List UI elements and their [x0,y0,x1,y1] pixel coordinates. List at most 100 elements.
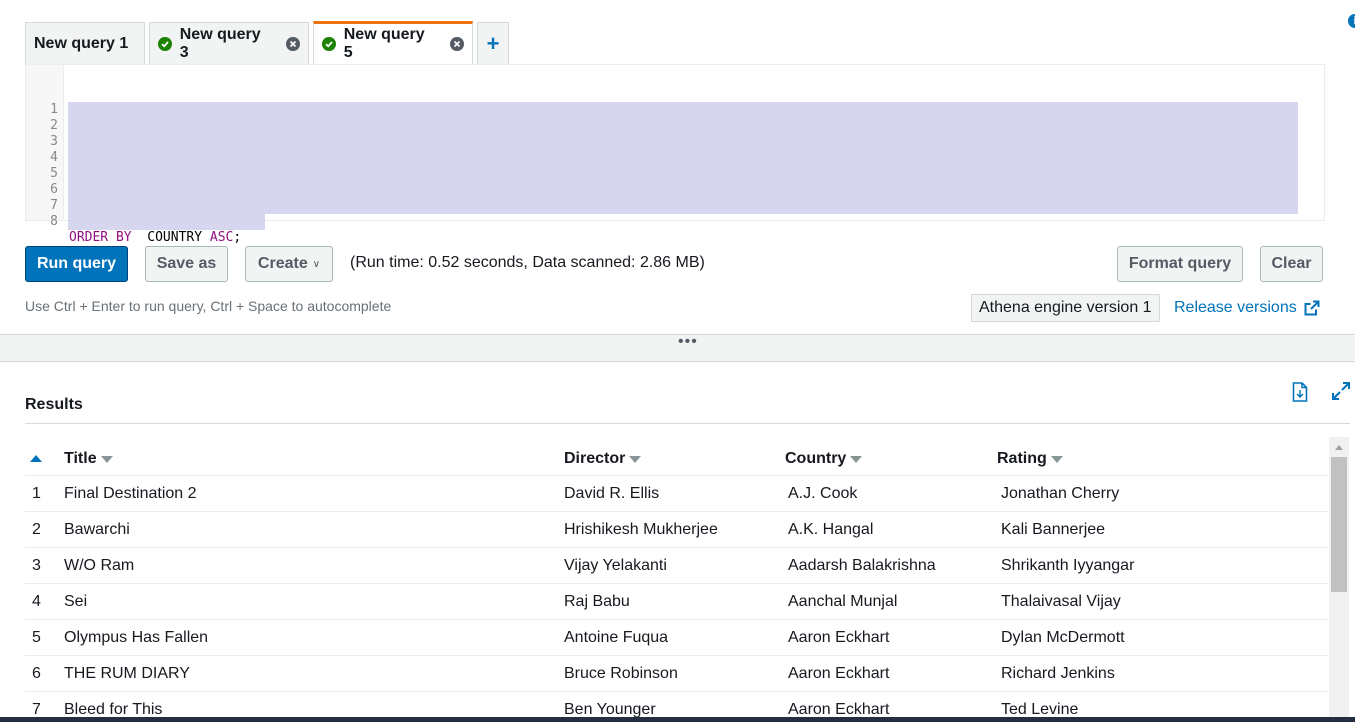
run-info: (Run time: 0.52 seconds, Data scanned: 2… [350,254,705,271]
sort-asc-icon[interactable] [30,455,42,462]
column-header-rating[interactable]: Rating [997,450,1063,468]
row-number: 6 [32,665,41,682]
plus-icon: + [486,30,500,56]
code-lines: 1 SELECT Title, 2 Director, 3 Country, 4… [26,70,1298,245]
save-as-label: Save as [156,255,217,272]
create-label: Create [257,255,308,272]
row-number: 4 [32,593,41,610]
sql-editor[interactable]: 1 SELECT Title, 2 Director, 3 Country, 4… [25,64,1325,245]
column-header-title[interactable]: Title [64,450,113,468]
engine-version-badge: Athena engine version 1 [971,294,1160,322]
code-line: 6 WHERE Type = 'Movie' [26,150,1298,213]
line-number: 8 [50,214,58,229]
tab-label: New query 3 [179,25,261,61]
cell-rating: Richard Jenkins [1001,665,1115,682]
table-row[interactable]: 2 Bawarchi Hrishikesh Mukherjee A.K. Han… [25,512,1328,548]
engine-label: Athena engine version 1 [979,299,1152,316]
cell-rating: Dylan McDermott [1001,629,1125,646]
cell-country: Aadarsh Balakrishna [788,557,936,574]
chevron-down-icon: ∨ [312,258,321,270]
row-number: 5 [32,629,41,646]
code-line: 7 AND COUNTRY != '' [26,166,1298,229]
release-label: Release versions [1174,299,1297,316]
scrollbar-thumb[interactable] [1331,457,1347,592]
table-row[interactable]: 4 Sei Raj Babu Aanchal Munjal Thalaivasa… [25,584,1328,620]
close-circle-icon[interactable] [286,36,300,51]
tab-label: New query 5 [343,26,425,61]
code-line: 2 Director, [26,86,1298,149]
keyboard-hint: Use Ctrl + Enter to run query, Ctrl + Sp… [25,298,392,314]
cell-rating: Thalaivasal Vijay [1001,593,1121,610]
sort-caret-icon [629,455,642,463]
close-circle-icon[interactable] [450,37,464,51]
results-divider [25,423,1350,424]
code-line: 8 ORDER BY COUNTRY ASC; [26,182,265,245]
code-line: 1 SELECT Title, [26,70,1298,133]
table-row[interactable]: 5 Olympus Has Fallen Antoine Fuqua Aaron… [25,620,1328,656]
column-header-country[interactable]: Country [785,450,863,468]
tab-new-query-5[interactable]: New query 5 [313,21,473,64]
run-query-label: Run query [36,255,117,272]
code-line: 4 Rating [26,118,1298,181]
tab-label: New query 1 [34,34,129,52]
cell-title: Sei [64,593,88,610]
drag-handle-icon: ••• [678,333,698,350]
table-row[interactable]: 1 Final Destination 2 David R. Ellis A.J… [25,476,1328,512]
cell-country: Aanchal Munjal [788,593,898,610]
tab-new-query-1[interactable]: New query 1 [25,22,145,64]
cell-title: Bawarchi [64,521,130,538]
cell-country: Aaron Eckhart [788,629,890,646]
results-scrollbar[interactable] [1329,437,1349,722]
results-heading: Results [25,396,83,413]
pane-resize-handle[interactable]: ••• [0,334,1355,362]
check-circle-icon [158,36,172,51]
format-query-button[interactable]: Format query [1117,246,1243,282]
code-line: 5 FROM "athenatest"."netflix_info" [26,134,1298,197]
table-row[interactable]: 3 W/O Ram Vijay Yelakanti Aadarsh Balakr… [25,548,1328,584]
cell-title: Olympus Has Fallen [64,629,209,646]
clear-label: Clear [1271,255,1312,272]
code-line: 3 Country, [26,102,1298,165]
cell-title: W/O Ram [64,557,135,574]
check-circle-icon [322,37,336,51]
sort-caret-icon [850,455,863,463]
cell-director: Antoine Fuqua [564,629,669,646]
create-dropdown-button[interactable]: Create ∨ [245,246,333,282]
column-header-director[interactable]: Director [564,450,642,468]
format-query-label: Format query [1128,255,1232,272]
cell-director: David R. Ellis [564,485,660,502]
row-number: 2 [32,521,41,538]
clear-button[interactable]: Clear [1260,246,1323,282]
cell-title: Final Destination 2 [64,485,197,502]
cell-rating: Jonathan Cherry [1001,485,1120,502]
scroll-up-icon[interactable] [1335,445,1343,450]
results-table: Title Director Country Rating 1 Final De… [25,440,1328,722]
code-text: ORDER BY COUNTRY ASC; [69,230,242,245]
save-as-button[interactable]: Save as [145,246,228,282]
cell-director: Vijay Yelakanti [564,557,667,574]
tab-new-query-3[interactable]: New query 3 [149,22,309,64]
info-icon[interactable]: i [1348,14,1355,28]
download-doc-icon[interactable] [1292,382,1308,402]
footer-bar [0,717,1355,722]
table-header: Title Director Country Rating [25,440,1328,476]
add-tab-button[interactable]: + [477,22,509,64]
cell-country: A.J. Cook [788,485,858,502]
external-link-icon [1304,300,1320,316]
table-row[interactable]: 6 THE RUM DIARY Bruce Robinson Aaron Eck… [25,656,1328,692]
run-query-button[interactable]: Run query [25,246,128,282]
cell-director: Bruce Robinson [564,665,678,682]
expand-icon[interactable] [1332,382,1350,400]
query-tabs: New query 1 New query 3 New query 5 + [25,21,513,64]
cell-country: A.K. Hangal [788,521,874,538]
cell-rating: Shrikanth Iyyangar [1001,557,1135,574]
row-number: 3 [32,557,41,574]
release-versions-link[interactable]: Release versions [1174,299,1320,317]
cell-country: Aaron Eckhart [788,665,890,682]
cell-director: Hrishikesh Mukherjee [564,521,718,538]
cell-title: THE RUM DIARY [64,665,190,682]
sort-caret-icon [100,455,113,463]
cell-rating: Kali Bannerjee [1001,521,1106,538]
row-number: 1 [32,485,41,502]
sort-caret-icon [1050,455,1063,463]
